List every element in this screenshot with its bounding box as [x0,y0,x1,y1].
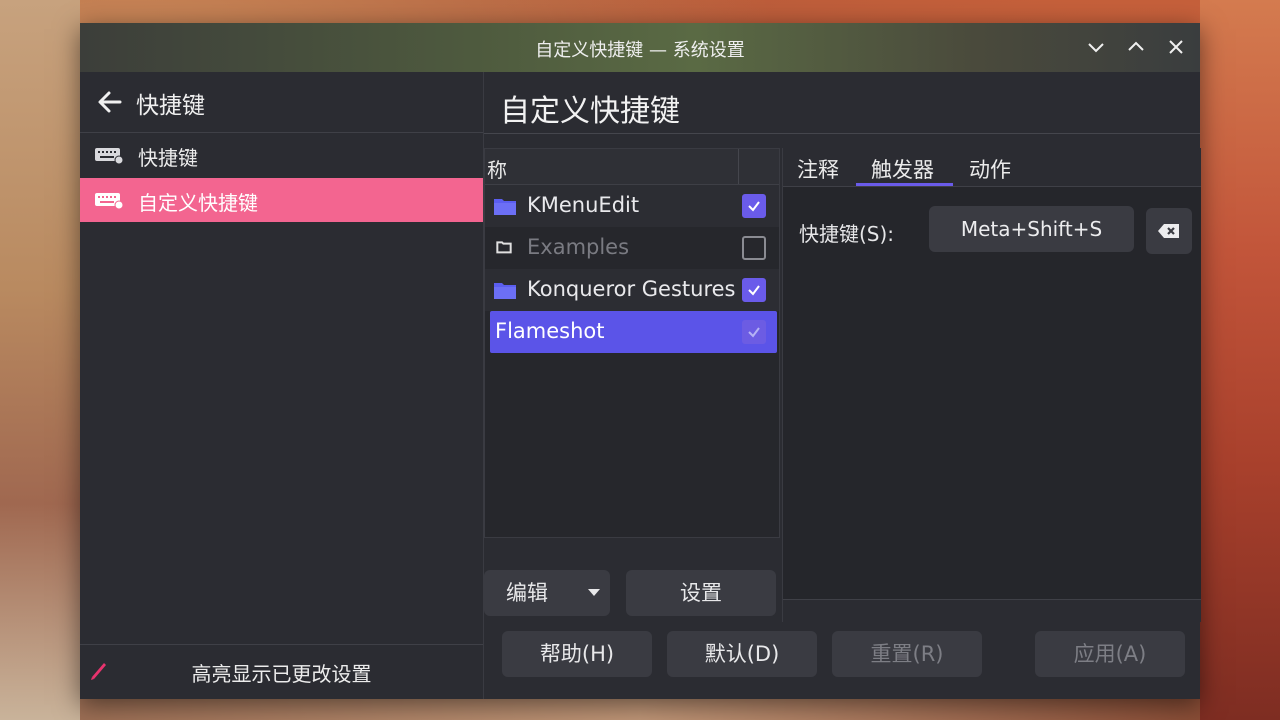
tree-row-label: KMenuEdit [527,193,640,217]
tree-row-label: Examples [527,235,630,259]
column-header-name[interactable]: 称 [487,154,507,183]
details-panel: 注释 触发器 动作 快捷键(S): Meta+Shift+S [782,148,1201,622]
clear-shortcut-button[interactable] [1146,208,1192,254]
tree-row-label: Konqueror Gestures [527,277,736,301]
tree-header: 称 [485,149,779,185]
details-tabs: 注释 触发器 动作 [783,148,1201,187]
backspace-icon [1158,224,1179,238]
wallpaper [1200,0,1280,720]
shortcut-tree[interactable]: 称 KMenuEdit Examples Konqueror Gestures … [484,148,780,538]
main-content: 自定义快捷键 称 KMenuEdit Examples Konqueror Ge… [484,72,1201,699]
keyboard-icon [95,148,124,165]
trigger-tab-content: 快捷键(S): Meta+Shift+S [783,187,1201,600]
reset-button[interactable]: 重置(R) [832,631,982,677]
keyboard-icon [95,193,124,210]
settings-button[interactable]: 设置 [626,570,776,616]
sidebar-header: 快捷键 [80,72,483,133]
minimize-button[interactable] [1084,35,1108,59]
sidebar: 快捷键 快捷键 自定义快捷键 高亮显示已更改设置 [80,72,484,699]
edit-dropdown-button[interactable]: 编辑 [484,570,610,616]
highlight-changed-settings-button[interactable]: 高亮显示已更改设置 [80,644,483,699]
tree-row-kmenuedit[interactable]: KMenuEdit [485,185,779,227]
active-tab-indicator [856,183,953,186]
folder-outline-icon [496,241,512,254]
shortcut-key-button[interactable]: Meta+Shift+S [929,206,1134,252]
tree-row-flameshot[interactable]: Flameshot [490,311,777,353]
enabled-checkbox[interactable] [742,194,766,218]
help-button[interactable]: 帮助(H) [502,631,652,677]
shortcut-label: 快捷键(S): [799,222,895,246]
back-arrow-icon[interactable] [96,88,124,116]
enabled-checkbox[interactable] [742,236,766,260]
sidebar-item-custom-shortcuts[interactable]: 自定义快捷键 [80,178,483,222]
page-title: 自定义快捷键 [500,94,680,129]
tab-trigger[interactable]: 触发器 [871,154,934,184]
dropdown-arrow-icon [588,589,600,596]
tree-row-examples[interactable]: Examples [485,227,779,269]
folder-icon [494,199,516,215]
wallpaper [0,0,80,720]
sidebar-item-label: 快捷键 [138,146,198,170]
highlight-changed-settings-label: 高亮显示已更改设置 [191,662,372,686]
defaults-button[interactable]: 默认(D) [667,631,817,677]
checkmark-icon [748,285,760,296]
checkmark-icon [748,327,760,338]
wallpaper [80,698,1200,720]
enabled-checkbox[interactable] [742,278,766,302]
sidebar-heading: 快捷键 [136,93,205,119]
close-button[interactable] [1164,35,1188,59]
checkmark-icon [748,201,760,212]
chevron-down-icon [1088,43,1104,53]
enabled-checkbox[interactable] [742,320,766,344]
titlebar[interactable]: 自定义快捷键 — 系统设置 [80,23,1200,72]
folder-icon [494,283,516,299]
edit-button-label: 编辑 [506,581,548,605]
maximize-button[interactable] [1124,35,1148,59]
chevron-up-icon [1128,41,1144,51]
tab-comment[interactable]: 注释 [797,154,839,184]
tree-row-label: Flameshot [495,319,605,343]
settings-window: 自定义快捷键 — 系统设置 快捷键 快捷键 自定义快捷键 高亮显示已更改设置 自… [80,23,1201,699]
close-icon [1169,40,1183,54]
column-divider [738,149,739,184]
window-title: 自定义快捷键 — 系统设置 [535,40,745,61]
apply-button[interactable]: 应用(A) [1035,631,1185,677]
sidebar-item-shortcuts[interactable]: 快捷键 [80,133,483,177]
tab-action[interactable]: 动作 [969,154,1011,184]
divider [484,133,1200,134]
tree-row-konqueror-gestures[interactable]: Konqueror Gestures [485,269,779,311]
sidebar-item-label: 自定义快捷键 [138,191,258,215]
